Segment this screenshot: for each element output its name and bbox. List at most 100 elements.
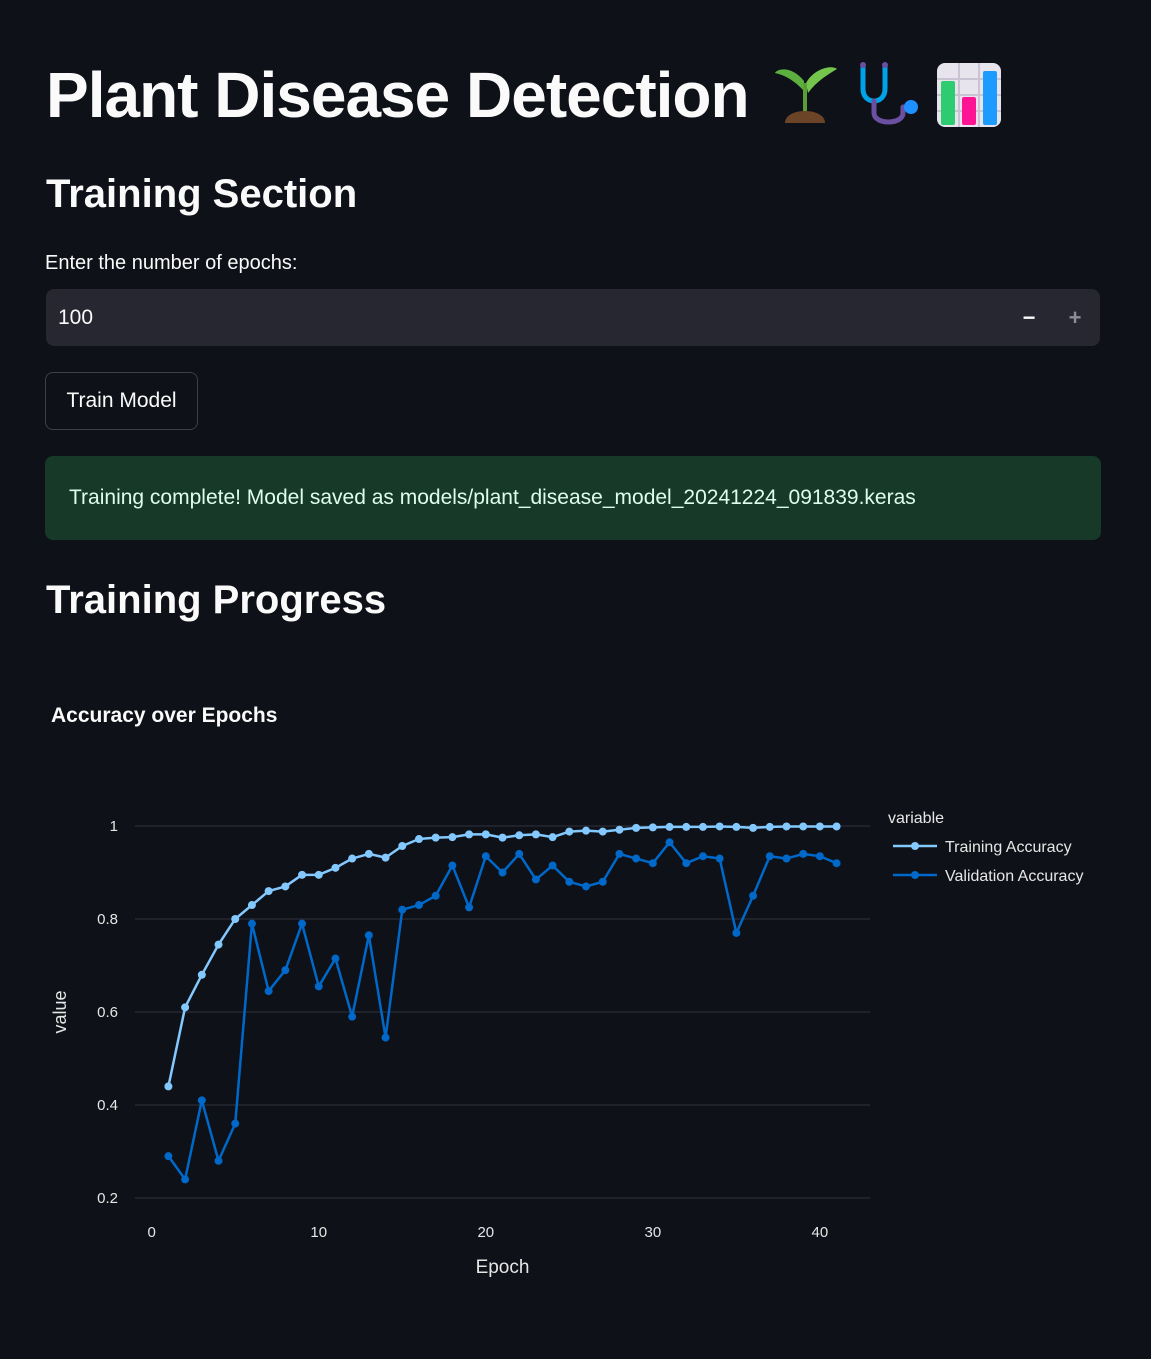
data-point-validation (548, 861, 557, 870)
data-point-validation (298, 919, 307, 928)
data-point-training (364, 849, 373, 858)
data-point-validation (164, 1152, 173, 1161)
data-point-validation (364, 931, 373, 940)
y-axis-label: value (50, 990, 70, 1033)
data-point-validation (515, 849, 524, 858)
seedling-icon (774, 67, 837, 123)
data-point-training (465, 830, 474, 839)
data-point-validation (665, 838, 674, 847)
increment-button[interactable]: + (1052, 289, 1098, 346)
data-point-validation (314, 982, 323, 991)
data-point-training (515, 831, 524, 840)
data-point-validation (481, 852, 490, 861)
data-point-validation (615, 849, 624, 858)
training-section-heading: Training Section (46, 172, 358, 216)
data-point-training (632, 823, 641, 832)
title-emojis (771, 61, 1003, 129)
data-point-validation (231, 1119, 240, 1128)
data-point-validation (247, 919, 256, 928)
data-point-training (247, 901, 256, 910)
data-point-validation (682, 859, 691, 868)
data-point-validation (465, 903, 474, 912)
data-point-training (765, 822, 774, 831)
data-point-training (732, 822, 741, 831)
epochs-label: Enter the number of epochs: (45, 252, 298, 274)
data-point-training (398, 841, 407, 850)
data-point-training (314, 870, 323, 879)
data-point-validation (331, 954, 340, 963)
legend-title: variable (888, 810, 944, 827)
data-point-validation (598, 877, 607, 886)
data-point-validation (448, 861, 457, 870)
y-tick-label: 0.6 (97, 1004, 118, 1021)
legend-swatch-marker (911, 871, 919, 879)
x-tick-label: 30 (644, 1224, 661, 1241)
data-point-validation (498, 868, 507, 877)
data-point-training (414, 835, 423, 844)
data-point-training (565, 827, 574, 836)
page-title-text: Plant Disease Detection (46, 59, 750, 131)
data-point-training (331, 863, 340, 872)
success-alert: Training complete! Model saved as models… (45, 456, 1101, 540)
data-point-training (481, 830, 490, 839)
data-point-training (698, 822, 707, 831)
data-point-validation (264, 987, 273, 996)
data-point-training (832, 822, 841, 831)
data-point-validation (197, 1096, 206, 1105)
data-point-validation (414, 901, 423, 910)
data-point-validation (632, 854, 641, 863)
data-point-validation (732, 928, 741, 937)
legend-entry: Validation Accuracy (945, 868, 1083, 885)
success-message: Training complete! Model saved as models… (69, 486, 916, 509)
data-point-validation (181, 1175, 190, 1184)
data-point-training (531, 830, 540, 839)
data-point-validation (799, 849, 808, 858)
data-point-training (231, 915, 240, 923)
data-point-validation (815, 852, 824, 861)
data-point-validation (398, 905, 407, 914)
data-point-validation (531, 875, 540, 884)
series-line-validation (167, 841, 838, 1181)
data-point-validation (431, 891, 440, 900)
legend-entry: Training Accuracy (945, 839, 1072, 856)
data-point-training (348, 854, 357, 863)
data-point-training (298, 870, 307, 879)
data-point-validation (832, 859, 841, 868)
data-point-validation (582, 882, 591, 891)
decrement-button[interactable]: − (1006, 289, 1052, 346)
epochs-number-input[interactable]: 100 − + (46, 289, 1100, 346)
data-point-training (682, 822, 691, 831)
data-point-training (749, 823, 758, 832)
x-tick-label: 10 (310, 1224, 327, 1241)
data-point-validation (715, 854, 724, 863)
bar-chart-icon (936, 63, 1001, 127)
data-point-training (548, 833, 557, 842)
data-point-training (715, 822, 724, 831)
data-point-training (665, 822, 674, 831)
data-point-validation (348, 1012, 357, 1021)
data-point-training (214, 940, 223, 949)
legend-swatch-marker (911, 842, 919, 850)
training-progress-heading: Training Progress (46, 578, 387, 622)
stethoscope-icon (859, 62, 918, 125)
x-axis-label: Epoch (476, 1257, 530, 1278)
data-point-validation (765, 852, 774, 861)
series-line-training (167, 825, 837, 1087)
data-point-training (264, 887, 273, 896)
data-point-training (782, 822, 791, 831)
y-tick-label: 0.8 (97, 911, 118, 928)
epochs-value[interactable]: 100 (46, 306, 1006, 330)
data-point-training (598, 827, 607, 836)
data-point-training (815, 822, 824, 831)
train-model-button[interactable]: Train Model (45, 372, 198, 430)
data-point-validation (782, 854, 791, 863)
data-point-training (181, 1003, 190, 1012)
data-point-training (164, 1082, 173, 1091)
data-point-training (281, 882, 290, 891)
data-point-validation (214, 1156, 223, 1165)
x-tick-label: 20 (477, 1224, 494, 1241)
data-point-validation (381, 1033, 390, 1042)
data-point-training (799, 822, 808, 831)
data-point-training (197, 970, 206, 979)
page-title: Plant Disease Detection (46, 58, 1003, 132)
